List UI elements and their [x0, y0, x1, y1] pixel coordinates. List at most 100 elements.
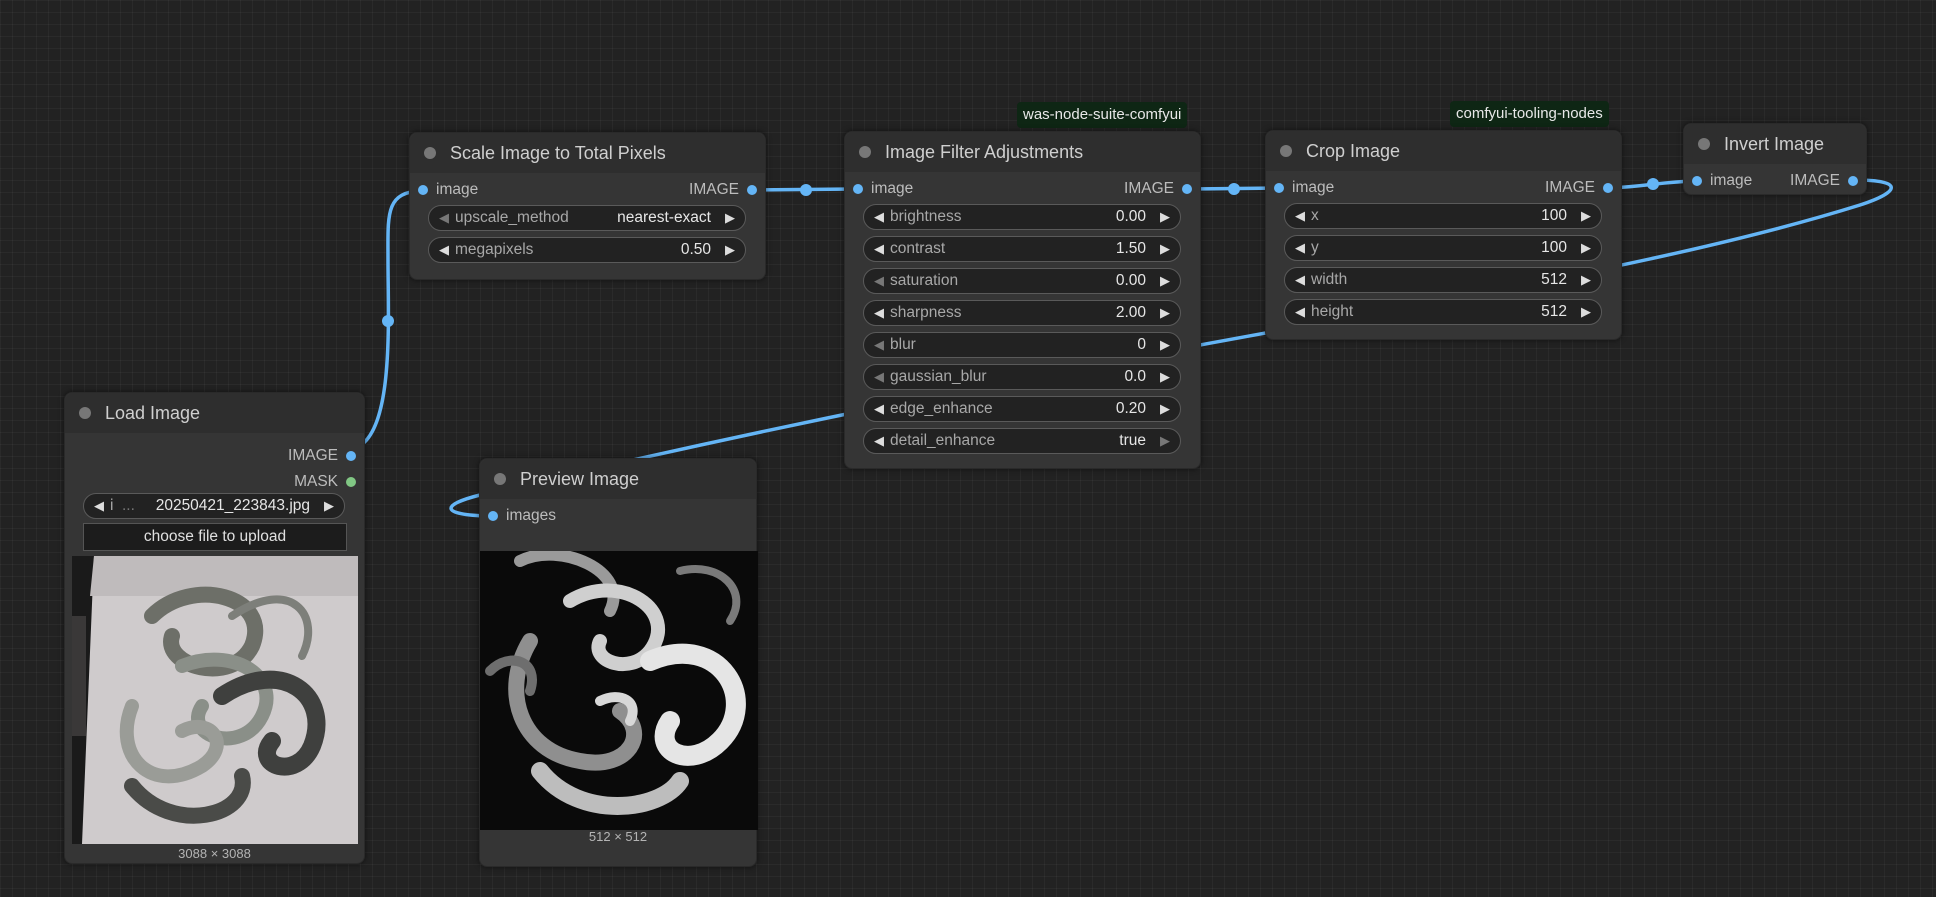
increment-arrow-icon[interactable]: ▶	[1160, 433, 1170, 449]
node-scale-image[interactable]: Scale Image to Total Pixels image IMAGE …	[409, 132, 766, 280]
increment-arrow-icon[interactable]: ▶	[1160, 241, 1170, 257]
widget-width[interactable]: ◀ width 512 ▶	[1284, 267, 1602, 293]
collapse-dot-icon[interactable]	[859, 146, 871, 158]
widget-label: width	[1311, 271, 1348, 288]
decrement-arrow-icon[interactable]: ◀	[1295, 240, 1305, 256]
node-crop-image[interactable]: Crop Image image IMAGE ◀ x 100 ▶ ◀ y 100 ▶ ◀ widt…	[1265, 130, 1622, 340]
choose-file-button[interactable]: choose file to upload	[83, 523, 347, 551]
input-label-image: image	[871, 180, 914, 197]
decrement-arrow-icon[interactable]: ◀	[874, 209, 884, 225]
node-invert-image[interactable]: Invert Image image IMAGE	[1683, 123, 1867, 195]
link-filter-to-crop	[1188, 186, 1279, 191]
node-source-tag-tooling: comfyui-tooling-nodes	[1450, 101, 1609, 127]
widget-contrast[interactable]: ◀ contrast 1.50 ▶	[863, 236, 1181, 262]
widget-y[interactable]: ◀ y 100 ▶	[1284, 235, 1602, 261]
decrement-arrow-icon[interactable]: ◀	[439, 242, 449, 258]
widget-brightness[interactable]: ◀ brightness 0.00 ▶	[863, 204, 1181, 230]
node-title-bar[interactable]: Image Filter Adjustments	[845, 132, 1200, 172]
widget-value: 512	[1541, 271, 1567, 288]
upscale-method-combo[interactable]: ◀ upscale_method nearest-exact ▶	[428, 205, 746, 231]
collapse-dot-icon[interactable]	[494, 473, 506, 485]
widget-gaussian-blur[interactable]: ◀ gaussian_blur 0.0 ▶	[863, 364, 1181, 390]
input-slot-images[interactable]	[488, 511, 498, 521]
widget-label: megapixels	[455, 241, 534, 258]
decrement-arrow-icon[interactable]: ◀	[874, 305, 884, 321]
increment-arrow-icon[interactable]: ▶	[1160, 305, 1170, 321]
node-title: Image Filter Adjustments	[885, 141, 1084, 162]
widget-value: 0.20	[1115, 400, 1146, 417]
collapse-dot-icon[interactable]	[79, 407, 91, 419]
decrement-arrow-icon[interactable]: ◀	[1295, 208, 1305, 224]
input-label-image: image	[436, 181, 479, 198]
widget-label: detail_enhance	[890, 432, 996, 449]
output-label-image: IMAGE	[1545, 179, 1595, 196]
widget-value: 0.00	[1115, 208, 1146, 225]
output-slot-image[interactable]	[1603, 183, 1613, 193]
decrement-arrow-icon[interactable]: ◀	[874, 401, 884, 417]
increment-arrow-icon[interactable]: ▶	[1160, 337, 1170, 353]
input-slot-image[interactable]	[418, 185, 428, 195]
output-slot-image[interactable]	[1182, 184, 1192, 194]
image-file-combo[interactable]: ◀ i ... 20250421_223843.jpg ▶	[83, 493, 345, 519]
increment-arrow-icon[interactable]: ▶	[1160, 209, 1170, 225]
increment-arrow-icon[interactable]: ▶	[1581, 304, 1591, 320]
node-preview-image[interactable]: Preview Image images 512 × 512	[479, 458, 758, 867]
increment-arrow-icon[interactable]: ▶	[324, 498, 334, 514]
increment-arrow-icon[interactable]: ▶	[1160, 369, 1170, 385]
decrement-arrow-icon[interactable]: ◀	[874, 369, 884, 385]
megapixels-number[interactable]: ◀ megapixels 0.50 ▶	[428, 237, 746, 263]
output-slot-image[interactable]	[747, 185, 757, 195]
decrement-arrow-icon[interactable]: ◀	[874, 337, 884, 353]
decrement-arrow-icon[interactable]: ◀	[1295, 272, 1305, 288]
node-title-bar[interactable]: Preview Image	[480, 459, 756, 499]
output-slot-image[interactable]	[346, 451, 356, 461]
increment-arrow-icon[interactable]: ▶	[725, 210, 735, 226]
input-slot-image[interactable]	[853, 184, 863, 194]
output-slot-image[interactable]	[1848, 176, 1858, 186]
widget-x[interactable]: ◀ x 100 ▶	[1284, 203, 1602, 229]
image-dimensions-caption: 3088 × 3088	[178, 846, 251, 861]
increment-arrow-icon[interactable]: ▶	[725, 242, 735, 258]
node-title-bar[interactable]: Load Image	[65, 393, 364, 433]
widget-blur[interactable]: ◀ blur 0 ▶	[863, 332, 1181, 358]
widget-label: sharpness	[890, 304, 962, 321]
node-title-bar[interactable]: Crop Image	[1266, 131, 1621, 171]
link-midpoint	[1228, 183, 1240, 195]
widget-height[interactable]: ◀ height 512 ▶	[1284, 299, 1602, 325]
decrement-arrow-icon[interactable]: ◀	[874, 433, 884, 449]
widget-label: saturation	[890, 272, 959, 289]
widget-value: nearest-exact	[617, 209, 711, 226]
widget-value: 512	[1541, 303, 1567, 320]
output-label-image: IMAGE	[689, 181, 739, 198]
increment-arrow-icon[interactable]: ▶	[1160, 401, 1170, 417]
decrement-arrow-icon[interactable]: ◀	[1295, 304, 1305, 320]
node-image-filter-adjustments[interactable]: Image Filter Adjustments image IMAGE ◀ br…	[844, 131, 1201, 469]
input-slot-image[interactable]	[1274, 183, 1284, 193]
output-slot-mask[interactable]	[346, 477, 356, 487]
decrement-arrow-icon[interactable]: ◀	[874, 273, 884, 289]
increment-arrow-icon[interactable]: ▶	[1581, 272, 1591, 288]
combo-value-filename: 20250421_223843.jpg	[155, 497, 310, 514]
increment-arrow-icon[interactable]: ▶	[1581, 240, 1591, 256]
input-slot-image[interactable]	[1692, 176, 1702, 186]
widget-sharpness[interactable]: ◀ sharpness 2.00 ▶	[863, 300, 1181, 326]
increment-arrow-icon[interactable]: ▶	[1160, 273, 1170, 289]
decrement-arrow-icon[interactable]: ◀	[439, 210, 449, 226]
decrement-arrow-icon[interactable]: ◀	[94, 498, 104, 514]
node-title: Preview Image	[520, 468, 640, 489]
node-title-bar[interactable]: Invert Image	[1684, 124, 1866, 164]
widget-detail-enhance[interactable]: ◀ detail_enhance true ▶	[863, 428, 1181, 454]
node-load-image[interactable]: Load Image IMAGE MASK ◀ i ... 20250421_2…	[64, 392, 365, 864]
widget-saturation[interactable]: ◀ saturation 0.00 ▶	[863, 268, 1181, 294]
widget-edge-enhance[interactable]: ◀ edge_enhance 0.20 ▶	[863, 396, 1181, 422]
collapse-dot-icon[interactable]	[1280, 145, 1292, 157]
widget-label: upscale_method	[455, 209, 569, 226]
widget-value: 0.50	[680, 241, 711, 258]
decrement-arrow-icon[interactable]: ◀	[874, 241, 884, 257]
collapse-dot-icon[interactable]	[1698, 138, 1710, 150]
node-title: Scale Image to Total Pixels	[450, 142, 666, 163]
node-title-bar[interactable]: Scale Image to Total Pixels	[410, 133, 765, 173]
increment-arrow-icon[interactable]: ▶	[1581, 208, 1591, 224]
collapse-dot-icon[interactable]	[424, 147, 436, 159]
input-label-image: image	[1292, 179, 1335, 196]
